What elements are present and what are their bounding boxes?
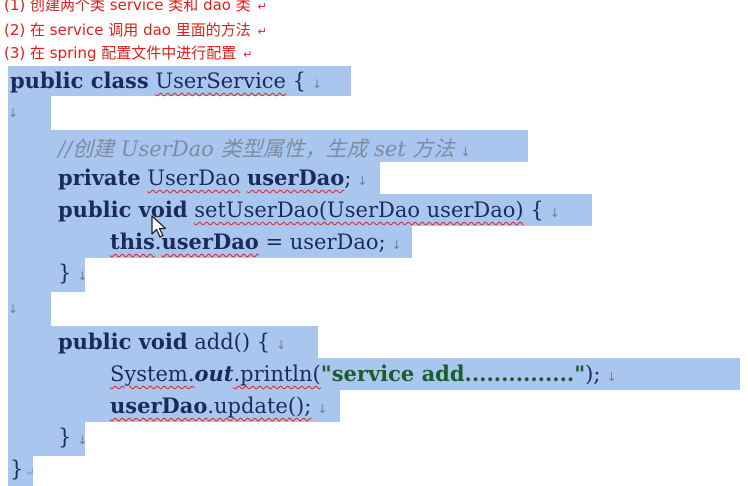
step-1-text: 创建两个类 service 类和 dao 类 bbox=[30, 0, 251, 14]
step-1-number: (1) bbox=[4, 0, 26, 14]
out-field: out bbox=[194, 361, 234, 386]
field-reference: userDao bbox=[161, 229, 259, 254]
dao-reference: userDao bbox=[110, 393, 208, 418]
code-line-final-brace: } ↵ bbox=[10, 457, 35, 481]
method-params: (UserDao userDao) bbox=[318, 198, 524, 222]
line-break-arrow-icon: ↓ bbox=[8, 302, 19, 316]
paragraph-mark-icon: ↵ bbox=[243, 48, 253, 61]
string-literal: "service add..............." bbox=[320, 361, 586, 386]
line-break-arrow-icon: ↓ bbox=[317, 402, 328, 416]
system-object: System. bbox=[110, 362, 195, 386]
paragraph-mark-icon: ↵ bbox=[257, 0, 267, 13]
step-3: (3) 在 spring 配置文件中进行配置 ↵ bbox=[4, 42, 252, 63]
code-line-setter-signature: public void setUserDao(UserDao userDao) … bbox=[58, 197, 560, 222]
line-break-arrow-icon: ↓ bbox=[312, 77, 323, 91]
close-brace: } bbox=[58, 425, 72, 449]
line-break-arrow-icon: ↓ bbox=[276, 338, 287, 352]
mouse-cursor-icon bbox=[151, 215, 167, 238]
open-brace: { bbox=[292, 69, 307, 93]
line-break-arrow-icon: ↓ bbox=[357, 174, 368, 188]
method-name: setUserDao bbox=[194, 198, 319, 222]
field-type: UserDao bbox=[147, 166, 241, 190]
field-name: userDao bbox=[246, 165, 345, 190]
keyword-public-class: public class bbox=[10, 68, 149, 93]
line-break-arrow-icon: ↓ bbox=[77, 269, 88, 283]
step-3-text: 在 spring 配置文件中进行配置 bbox=[30, 44, 237, 62]
step-2-text: 在 service 调用 dao 里面的方法 bbox=[30, 21, 251, 39]
line-break-arrow-icon: ↓ bbox=[391, 238, 402, 252]
step-2-number: (2) bbox=[4, 21, 26, 39]
line-break-arrow-icon: ↓ bbox=[606, 370, 617, 384]
step-2: (2) 在 service 调用 dao 里面的方法 ↵ bbox=[4, 19, 267, 40]
open-brace: { bbox=[256, 330, 271, 354]
open-brace: { bbox=[530, 198, 544, 222]
code-line-class-declaration: public class UserService { ↓ bbox=[10, 68, 322, 93]
step-1: (1) 创建两个类 service 类和 dao 类 ↵ bbox=[4, 0, 267, 15]
line-break-arrow-icon: ↓ bbox=[77, 433, 88, 447]
final-close-brace: } bbox=[10, 457, 24, 481]
line-break-arrow-icon: ↓ bbox=[549, 206, 560, 220]
code-line-field: private UserDao userDao; ↓ bbox=[58, 165, 367, 190]
code-line-println: System.out.println("service add.........… bbox=[110, 361, 617, 386]
line-break-arrow-icon: ↓ bbox=[460, 145, 471, 159]
keyword-public-void: public void bbox=[58, 329, 188, 354]
code-line-add-signature: public void add() { ↓ bbox=[58, 329, 286, 354]
step-3-number: (3) bbox=[4, 44, 26, 62]
semicolon: ; bbox=[344, 166, 352, 190]
keyword-this: this bbox=[110, 229, 155, 254]
keyword-public-void: public void bbox=[58, 197, 188, 222]
call-end: ); bbox=[585, 362, 601, 386]
println-call: .println( bbox=[233, 362, 321, 386]
code-line-comment: //创建 UserDao 类型属性，生成 set 方法 ↓ bbox=[58, 133, 471, 163]
class-name: UserService bbox=[155, 69, 286, 93]
code-line-close-brace: } ↓ bbox=[58, 261, 87, 285]
close-brace: } bbox=[58, 261, 72, 285]
code-line-update: userDao.update(); ↓ bbox=[110, 393, 327, 418]
code-line-close-brace: } ↓ bbox=[58, 425, 87, 449]
paragraph-mark-icon: ↵ bbox=[257, 25, 267, 38]
paragraph-mark-icon: ↵ bbox=[25, 466, 35, 479]
line-break-arrow-icon: ↓ bbox=[8, 106, 19, 120]
comment-text: //创建 UserDao 类型属性，生成 set 方法 bbox=[58, 137, 455, 161]
assignment-rest: = userDao; bbox=[258, 230, 386, 254]
method-name: add() bbox=[194, 330, 251, 354]
update-call: .update(); bbox=[207, 394, 312, 418]
keyword-private: private bbox=[58, 165, 141, 190]
